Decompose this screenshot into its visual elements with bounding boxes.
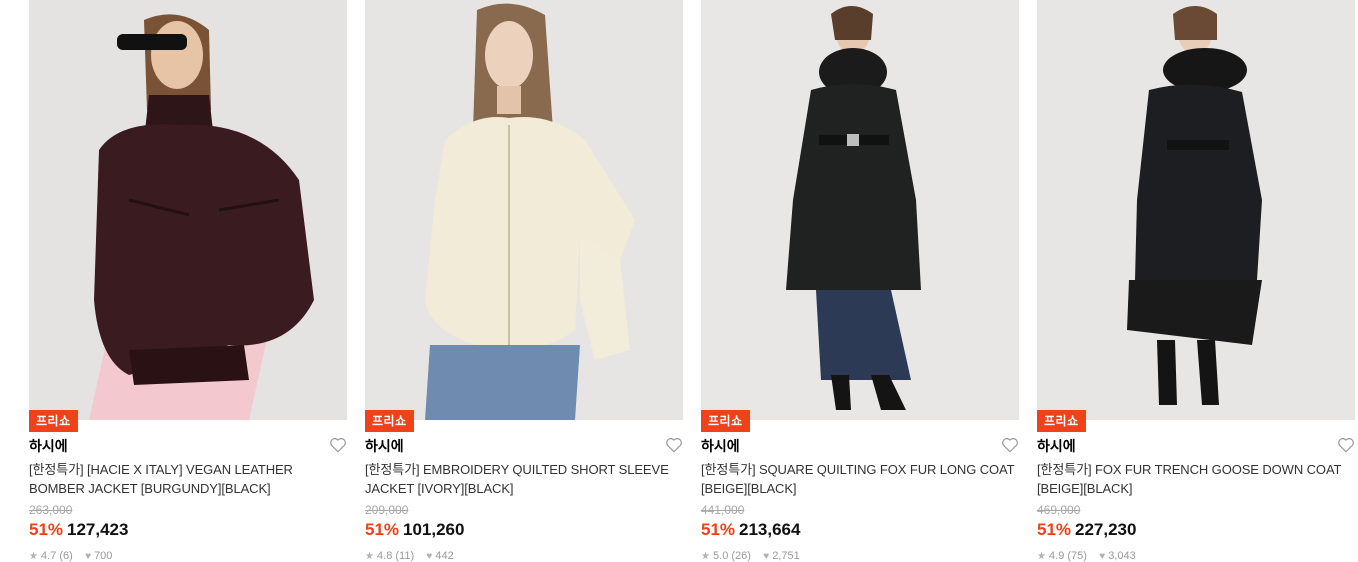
brand-name[interactable]: 하시에: [1037, 436, 1076, 456]
rating-text: 4.9 (75): [1049, 550, 1087, 562]
product-photo: [29, 0, 347, 420]
rating-text: 4.8 (11): [377, 550, 415, 562]
product-meta: ★ 5.0 (26) ♥ 2,751: [701, 550, 800, 562]
product-meta: ★ 4.7 (6) ♥ 700: [29, 550, 112, 562]
product-image[interactable]: [1037, 0, 1355, 420]
product-card[interactable]: 프리쇼 하시에 [한정특가] EMBROIDERY QUILTED SHORT …: [365, 0, 683, 562]
brand-name[interactable]: 하시에: [365, 436, 404, 456]
promo-badge: 프리쇼: [701, 410, 750, 432]
sale-price: 213,664: [739, 520, 801, 539]
rating-text: 5.0 (26): [713, 550, 751, 562]
heart-count-icon: ♥: [1099, 551, 1106, 562]
star-icon: ★: [1037, 551, 1046, 562]
brand-name[interactable]: 하시에: [701, 436, 740, 456]
product-grid: 프리쇼 하시에 [한정특가] [HACIE X ITALY] VEGAN LEA…: [0, 0, 1358, 562]
discount-rate: 51%: [29, 520, 64, 539]
star-icon: ★: [701, 551, 710, 562]
promo-badge: 프리쇼: [1037, 410, 1086, 432]
heart-icon[interactable]: [665, 436, 683, 454]
product-card[interactable]: 프리쇼 하시에 [한정특가] FOX FUR TRENCH GOOSE DOWN…: [1037, 0, 1355, 562]
product-image[interactable]: [365, 0, 683, 420]
product-meta: ★ 4.9 (75) ♥ 3,043: [1037, 550, 1136, 562]
heart-count-icon: ♥: [85, 551, 91, 562]
heart-icon[interactable]: [329, 436, 347, 454]
original-price: 209,000: [365, 503, 409, 517]
star-icon: ★: [29, 551, 38, 562]
original-price: 263,000: [29, 503, 73, 517]
product-title[interactable]: [한정특가] FOX FUR TRENCH GOOSE DOWN COAT [B…: [1037, 460, 1355, 498]
product-photo: [701, 0, 1019, 420]
product-photo: [1037, 0, 1355, 420]
heart-count-icon: ♥: [426, 551, 433, 562]
promo-badge: 프리쇼: [365, 410, 414, 432]
like-count: 442: [435, 550, 454, 562]
heart-icon[interactable]: [1001, 436, 1019, 454]
like-count: 700: [94, 550, 113, 562]
discount-rate: 51%: [1037, 520, 1072, 539]
product-title[interactable]: [한정특가] EMBROIDERY QUILTED SHORT SLEEVE J…: [365, 460, 683, 498]
sale-price: 101,260: [403, 520, 465, 539]
product-title[interactable]: [한정특가] SQUARE QUILTING FOX FUR LONG COAT…: [701, 460, 1019, 498]
original-price: 469,000: [1037, 503, 1081, 517]
product-image[interactable]: [29, 0, 347, 420]
sale-price: 127,423: [67, 520, 129, 539]
like-count: 2,751: [772, 550, 800, 562]
original-price: 441,000: [701, 503, 745, 517]
product-card[interactable]: 프리쇼 하시에 [한정특가] [HACIE X ITALY] VEGAN LEA…: [29, 0, 347, 562]
heart-count-icon: ♥: [763, 551, 770, 562]
like-count: 3,043: [1108, 550, 1136, 562]
product-meta: ★ 4.8 (11) ♥ 442: [365, 550, 454, 562]
product-photo: [365, 0, 683, 420]
product-title[interactable]: [한정특가] [HACIE X ITALY] VEGAN LEATHER BOM…: [29, 460, 347, 498]
discount-rate: 51%: [701, 520, 736, 539]
product-image[interactable]: [701, 0, 1019, 420]
promo-badge: 프리쇼: [29, 410, 78, 432]
brand-name[interactable]: 하시에: [29, 436, 68, 456]
heart-icon[interactable]: [1337, 436, 1355, 454]
star-icon: ★: [365, 551, 374, 562]
product-card[interactable]: 프리쇼 하시에 [한정특가] SQUARE QUILTING FOX FUR L…: [701, 0, 1019, 562]
rating-text: 4.7 (6): [41, 550, 73, 562]
discount-rate: 51%: [365, 520, 400, 539]
sale-price: 227,230: [1075, 520, 1137, 539]
